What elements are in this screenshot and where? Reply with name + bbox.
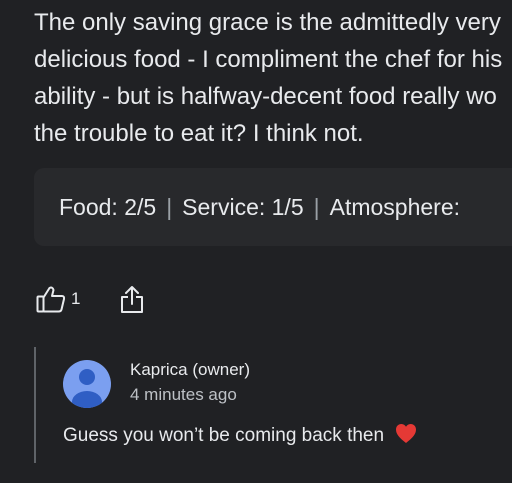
rating-service: Service: 1/5 [182, 193, 304, 220]
review-actions: 1 [36, 284, 144, 314]
share-icon [120, 284, 144, 314]
reply-message: Guess you won’t be coming back then [63, 425, 385, 446]
owner-name[interactable]: Kaprica (owner) [130, 360, 250, 380]
reply-text: Guess you won’t be coming back then [63, 423, 417, 450]
review-text: The only saving grace is the admittedly … [34, 9, 503, 147]
rating-separator: | [166, 193, 173, 220]
ratings-bar: Food: 2/5 | Service: 1/5 | Atmosphere: [34, 168, 512, 246]
rating-atmosphere: Atmosphere: [329, 193, 461, 220]
review-page: The only saving grace is the admittedly … [0, 0, 512, 483]
thumbs-up-icon [36, 285, 66, 313]
reply-timestamp: 4 minutes ago [130, 385, 237, 404]
owner-reply: Kaprica (owner) 4 minutes ago Guess you … [34, 347, 512, 463]
person-avatar-icon [63, 360, 111, 408]
red-heart-icon [395, 423, 417, 450]
rating-food: Food: 2/5 [59, 193, 157, 220]
like-count: 1 [71, 289, 81, 308]
rating-separator: | [313, 193, 320, 220]
like-button[interactable]: 1 [36, 285, 80, 313]
share-button[interactable] [120, 284, 144, 314]
